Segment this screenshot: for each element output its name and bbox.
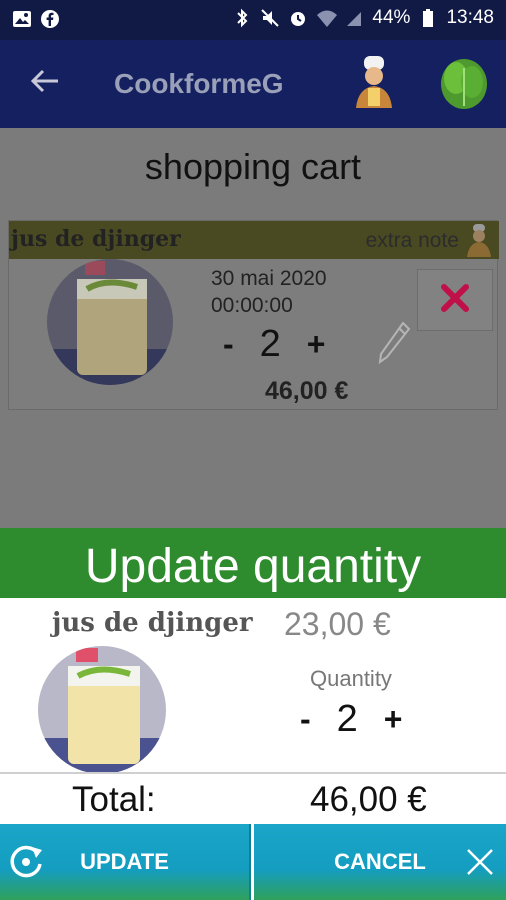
- cart-item-price: 46,00 €: [265, 377, 349, 405]
- quantity-stepper: - 2 +: [300, 698, 402, 741]
- total-value: 46,00 €: [310, 780, 427, 819]
- dialog-product-name: jus de djinger: [52, 608, 253, 638]
- update-button-label: UPDATE: [80, 849, 169, 874]
- update-button[interactable]: UPDATE: [0, 824, 251, 900]
- mute-icon: [260, 8, 280, 28]
- total-label: Total:: [72, 780, 156, 819]
- cart-item-card[interactable]: jus de djinger extra note 30 mai 2020 00…: [8, 220, 499, 410]
- update-quantity-dialog: Update quantity jus de djinger 23,00 € Q…: [0, 528, 506, 900]
- alarm-icon: [288, 8, 308, 28]
- wifi-icon: [316, 8, 338, 28]
- increase-button[interactable]: +: [384, 701, 403, 738]
- cart-item-datetime: 30 mai 2020 00:00:00: [211, 265, 327, 319]
- battery-icon: [418, 8, 438, 28]
- decrease-button[interactable]: -: [300, 701, 311, 738]
- close-icon: [439, 282, 471, 319]
- cart-item-name: jus de djinger: [11, 226, 181, 252]
- clock-time: 13:48: [446, 7, 494, 28]
- cart-background: shopping cart jus de djinger extra note: [0, 128, 506, 528]
- image-icon: [12, 9, 32, 29]
- refresh-icon: [6, 842, 46, 882]
- bluetooth-icon: [232, 8, 252, 28]
- battery-percent: 44%: [372, 7, 411, 28]
- app-bar: CookformeG: [0, 40, 506, 128]
- arrow-left-icon[interactable]: [28, 64, 68, 104]
- pencil-icon[interactable]: [377, 321, 411, 365]
- cart-quantity-value: 2: [259, 323, 281, 365]
- cancel-button-label: CANCEL: [334, 849, 426, 874]
- dialog-title: Update quantity: [0, 528, 506, 598]
- lettuce-icon: [438, 54, 490, 112]
- signal-icon: [344, 8, 364, 28]
- decrease-button[interactable]: -: [223, 326, 234, 363]
- app-title: CookformeG: [114, 68, 284, 99]
- divider: [0, 772, 506, 774]
- page-title: shopping cart: [144, 146, 362, 187]
- extra-note-link[interactable]: extra note: [366, 229, 459, 253]
- quantity-value: 2: [336, 698, 358, 740]
- cart-item-header: jus de djinger extra note: [9, 221, 499, 259]
- product-photo: [47, 259, 173, 385]
- facebook-icon: [40, 9, 60, 29]
- cart-quantity-stepper: - 2 +: [223, 323, 325, 366]
- cart-item-time: 00:00:00: [211, 294, 293, 317]
- chef-icon: [463, 223, 495, 257]
- delete-button[interactable]: [417, 269, 493, 331]
- quantity-label: Quantity: [310, 666, 392, 691]
- cancel-button[interactable]: CANCEL: [254, 824, 506, 900]
- increase-button[interactable]: +: [307, 326, 326, 363]
- chef-icon[interactable]: [350, 54, 398, 110]
- status-bar: 44% 13:48: [0, 0, 506, 40]
- cart-item-date: 30 mai 2020: [211, 267, 327, 290]
- close-icon: [460, 842, 500, 882]
- product-photo: [38, 646, 166, 774]
- dialog-unit-price: 23,00 €: [284, 606, 391, 642]
